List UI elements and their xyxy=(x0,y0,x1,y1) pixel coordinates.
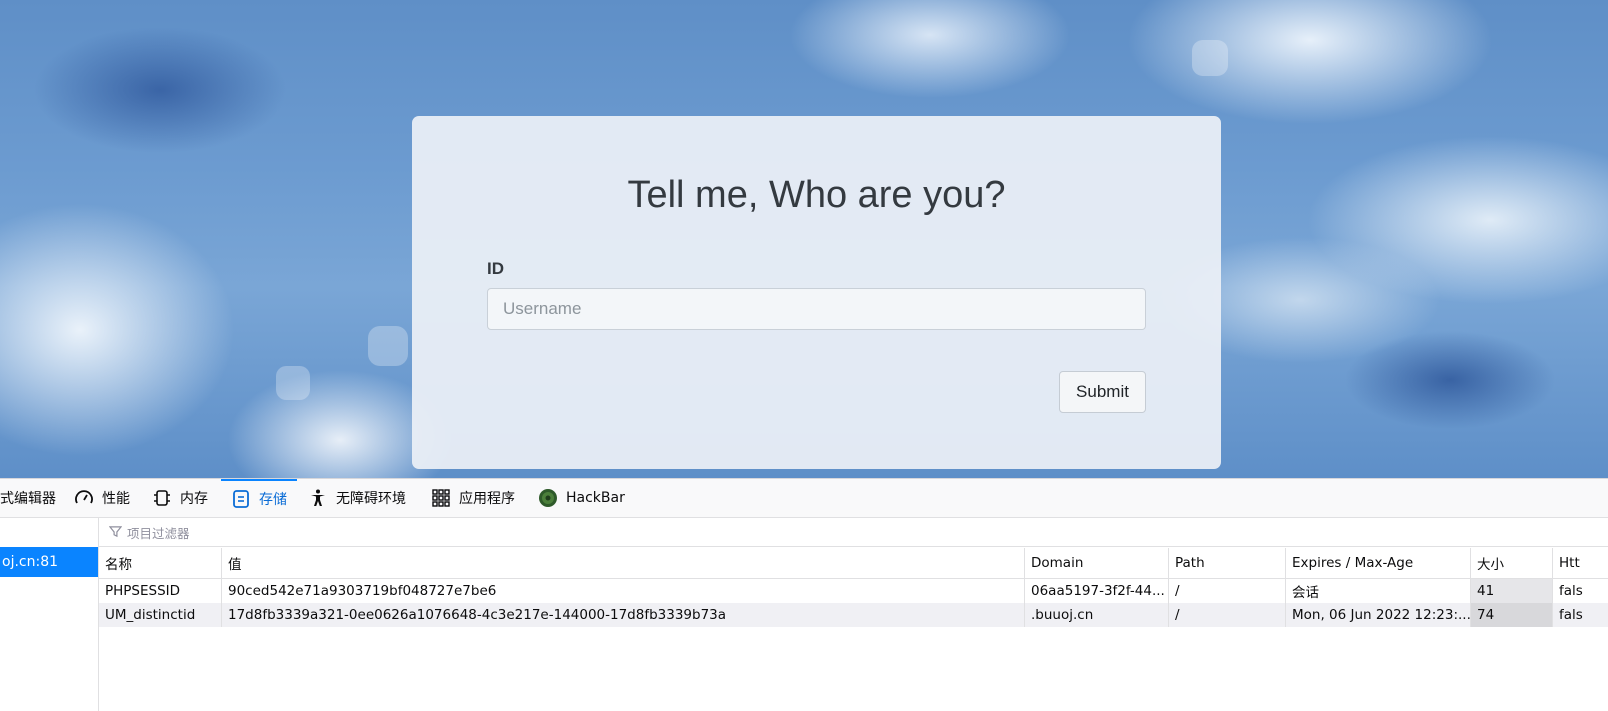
performance-gauge-icon xyxy=(74,488,94,508)
tab-hackbar[interactable]: HackBar xyxy=(538,479,625,517)
hackbar-logo-icon xyxy=(538,488,558,508)
tab-label: 存储 xyxy=(259,492,287,508)
devtools-tabbar: 式编辑器 性能 内存 存储 无障碍环境 应用程序 HackBar xyxy=(0,479,1608,518)
tab-label: 式编辑器 xyxy=(0,491,56,507)
cookie-path: / xyxy=(1169,579,1286,603)
page-title: Tell me, Who are you? xyxy=(627,174,1006,216)
storage-icon xyxy=(231,489,251,509)
table-row[interactable]: PHPSESSID 90ced542e71a9303719bf048727e7b… xyxy=(99,579,1608,603)
cookie-name: UM_distinctid xyxy=(99,603,222,627)
tab-performance[interactable]: 性能 xyxy=(74,479,130,517)
table-row[interactable]: UM_distinctid 17d8fb3339a321-0ee0626a107… xyxy=(99,603,1608,627)
column-header-domain[interactable]: Domain xyxy=(1025,548,1169,578)
tab-style-editor[interactable]: 式编辑器 xyxy=(0,479,56,517)
cookie-value: 90ced542e71a9303719bf048727e7be6 xyxy=(222,579,1025,603)
tab-application[interactable]: 应用程序 xyxy=(431,479,515,517)
cookie-httponly: fals xyxy=(1559,583,1583,599)
cookie-size: 41 xyxy=(1471,579,1553,603)
tab-label: 性能 xyxy=(102,491,130,507)
tab-label: 无障碍环境 xyxy=(336,491,406,507)
submit-button[interactable]: Submit xyxy=(1059,371,1146,413)
sidebar-item-host[interactable]: oj.cn:81 xyxy=(0,547,98,577)
tab-accessibility[interactable]: 无障碍环境 xyxy=(308,479,406,517)
cookie-size: 74 xyxy=(1471,603,1553,627)
decorative-hexagon xyxy=(368,326,408,366)
cookie-expires: Mon, 06 Jun 2022 12:23:... xyxy=(1286,603,1471,627)
cookie-value: 17d8fb3339a321-0ee0626a1076648-4c3e217e-… xyxy=(222,603,1025,627)
column-header-expires[interactable]: Expires / Max-Age xyxy=(1286,548,1471,578)
column-header-value[interactable]: 值 xyxy=(222,548,1025,578)
accessibility-icon xyxy=(308,488,328,508)
tab-memory[interactable]: 内存 xyxy=(152,479,208,517)
cookie-domain: .buuoj.cn xyxy=(1025,603,1169,627)
tab-label: 应用程序 xyxy=(459,491,515,507)
storage-sidebar: oj.cn:81 xyxy=(0,518,99,711)
column-header-size[interactable]: 大小 xyxy=(1471,548,1553,578)
cookie-expires: 会话 xyxy=(1286,579,1471,603)
column-header-name[interactable]: 名称 xyxy=(99,548,222,578)
table-header: 名称 值 Domain Path Expires / Max-Age 大小 Ht… xyxy=(99,548,1608,579)
cookie-path: / xyxy=(1169,603,1286,627)
page-viewport: Tell me, Who are you? ID Submit xyxy=(0,0,1608,478)
username-input[interactable] xyxy=(487,288,1146,330)
cookie-domain: 06aa5197-3f2f-44... xyxy=(1025,579,1169,603)
tab-label: HackBar xyxy=(566,490,625,506)
tab-storage[interactable]: 存储 xyxy=(221,479,297,517)
memory-chip-icon xyxy=(152,488,172,508)
filter-input[interactable]: 项目过滤器 xyxy=(127,523,190,542)
filter-bar[interactable]: 项目过滤器 xyxy=(99,518,1608,547)
id-label: ID xyxy=(487,259,504,278)
application-grid-icon xyxy=(431,488,451,508)
login-card: Tell me, Who are you? ID Submit xyxy=(412,116,1221,469)
cookie-name: PHPSESSID xyxy=(99,579,222,603)
devtools-panel: 式编辑器 性能 内存 存储 无障碍环境 应用程序 HackBar oj.cn:8… xyxy=(0,478,1608,711)
column-header-path[interactable]: Path xyxy=(1169,548,1286,578)
column-header-httponly[interactable]: Htt xyxy=(1553,548,1608,578)
decorative-hexagon xyxy=(276,366,310,400)
decorative-hexagon xyxy=(1192,40,1228,76)
filter-icon xyxy=(108,523,123,542)
tab-label: 内存 xyxy=(180,491,208,507)
cookie-httponly: fals xyxy=(1559,607,1583,623)
